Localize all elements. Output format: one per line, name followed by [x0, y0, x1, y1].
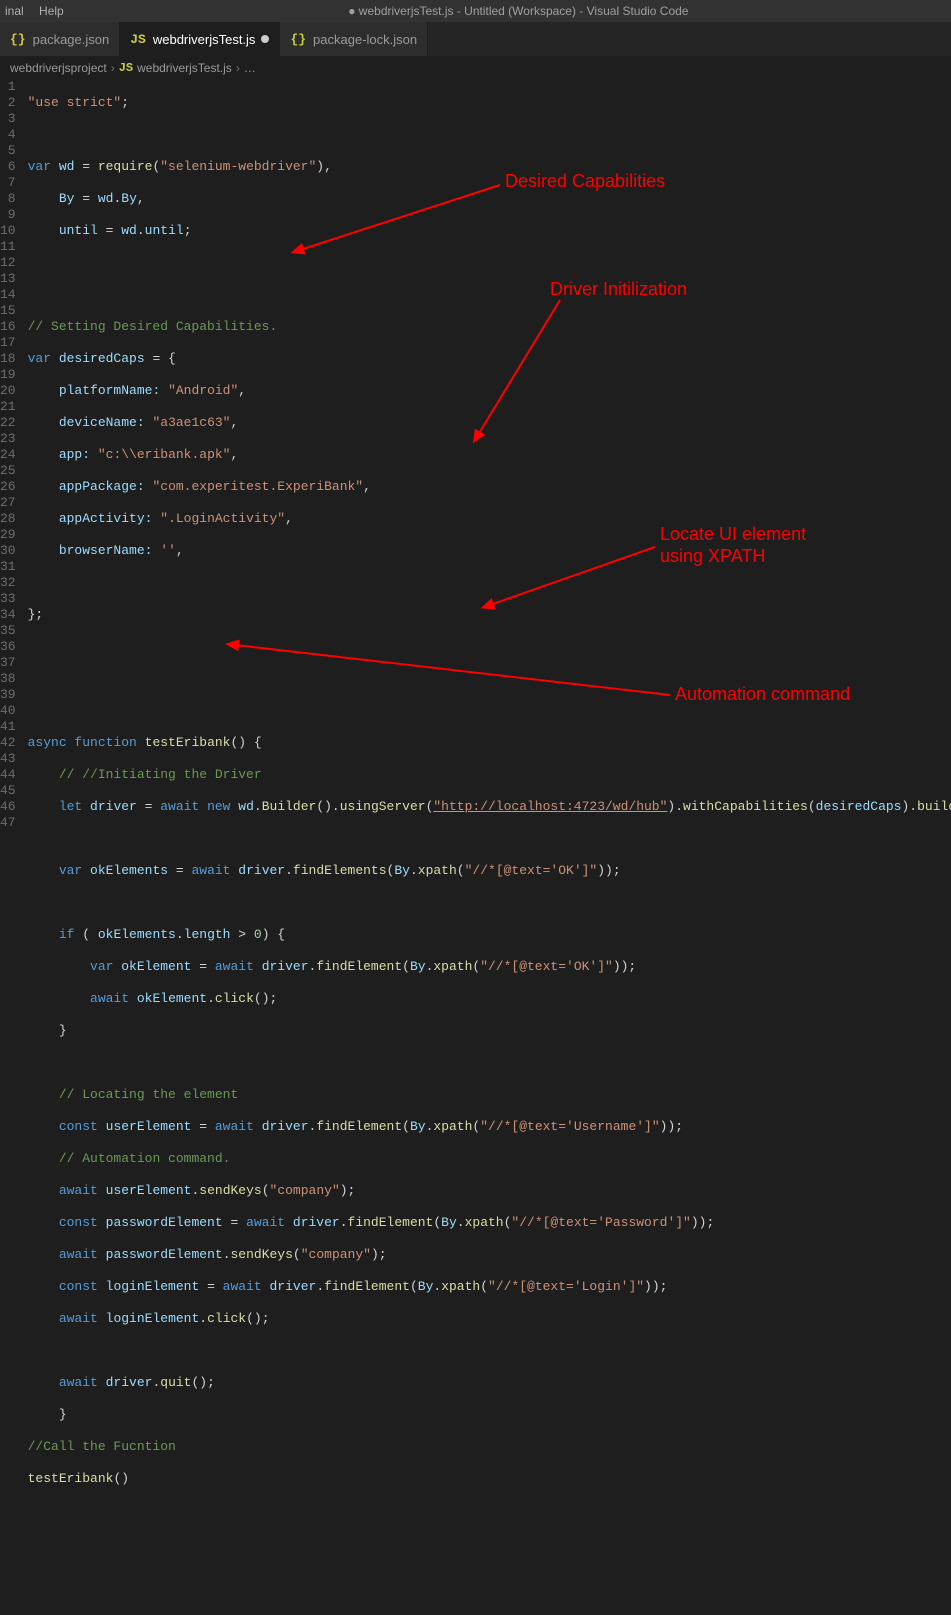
unsaved-indicator-icon: [261, 35, 269, 43]
chevron-right-icon: ›: [111, 61, 115, 75]
menu-help[interactable]: Help: [39, 4, 64, 18]
code-content[interactable]: "use strict"; var wd = require("selenium…: [28, 79, 951, 1615]
breadcrumb-file[interactable]: webdriverjsTest.js: [137, 61, 232, 75]
line-number-gutter: 12345 678910 1112131415 1617181920 21222…: [0, 79, 28, 1615]
editor-tab-bar: {} package.json JS webdriverjsTest.js {}…: [0, 22, 951, 57]
tab-package-lock-json[interactable]: {} package-lock.json: [280, 22, 428, 56]
tab-label: package.json: [33, 32, 110, 47]
js-icon: JS: [119, 61, 133, 75]
code-editor[interactable]: 12345 678910 1112131415 1617181920 21222…: [0, 79, 951, 1615]
tab-label: package-lock.json: [313, 32, 417, 47]
menu-terminal[interactable]: inal: [5, 4, 24, 18]
breadcrumb-folder[interactable]: webdriverjsproject: [10, 61, 107, 75]
menu-bar: inal Help: [0, 4, 86, 18]
json-icon: {}: [10, 32, 26, 47]
breadcrumb[interactable]: webdriverjsproject › JS webdriverjsTest.…: [0, 57, 951, 79]
tab-package-json[interactable]: {} package.json: [0, 22, 120, 56]
window-title: ● webdriverjsTest.js - Untitled (Workspa…: [86, 4, 951, 18]
chevron-right-icon: ›: [236, 61, 240, 75]
json-icon: {}: [290, 32, 306, 47]
breadcrumb-symbol[interactable]: …: [244, 61, 256, 75]
tab-label: webdriverjsTest.js: [153, 32, 256, 47]
js-icon: JS: [130, 32, 146, 47]
title-bar: inal Help ● webdriverjsTest.js - Untitle…: [0, 0, 951, 22]
tab-webdriverjstest[interactable]: JS webdriverjsTest.js: [120, 22, 280, 56]
